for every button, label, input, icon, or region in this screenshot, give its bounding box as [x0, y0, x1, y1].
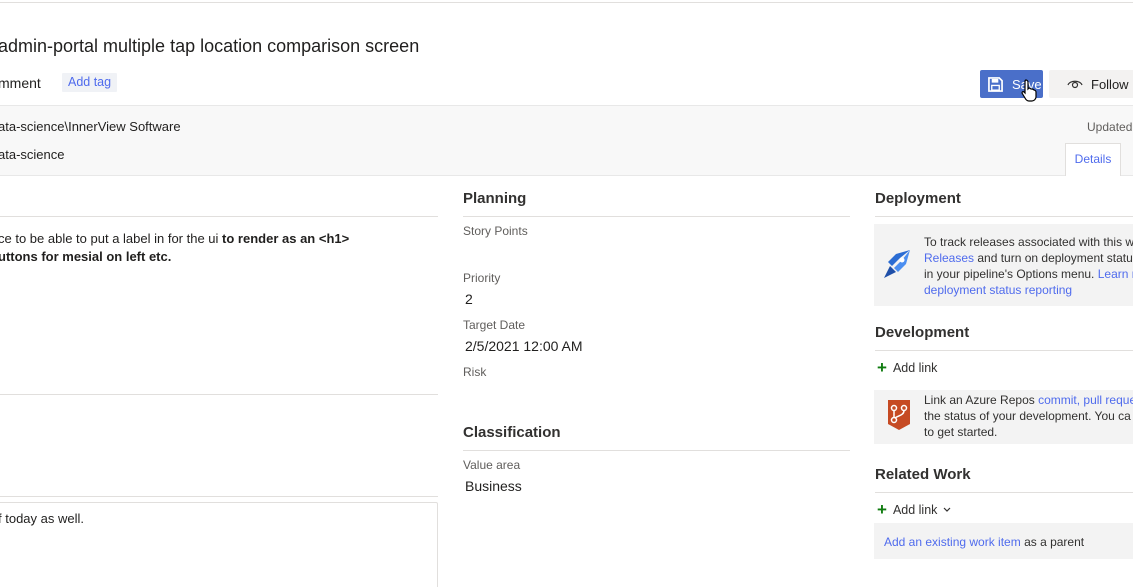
deployment-text: To track releases associated with this w…: [924, 234, 1133, 298]
save-icon: [988, 76, 1003, 92]
description-bold-text: to render as an <h1>: [222, 231, 350, 246]
top-divider: [0, 2, 1133, 3]
updated-text: Updated: [1087, 120, 1133, 134]
development-line-2: the status of your development. You ca: [924, 409, 1131, 423]
deployment-line-3-text: in your pipeline's Options menu.: [924, 267, 1098, 281]
discussion-divider: [0, 496, 438, 497]
value-area-field[interactable]: Business: [465, 478, 522, 494]
description-line-1[interactable]: ce to be able to put a label in for the …: [0, 231, 349, 246]
target-date-field[interactable]: 2/5/2021 12:00 AM: [465, 338, 583, 354]
commit-pull-request-link[interactable]: commit, pull reque: [1038, 393, 1133, 407]
add-existing-work-item-link[interactable]: Add an existing work item: [884, 535, 1021, 549]
repo-icon: [888, 400, 910, 430]
work-item-title[interactable]: admin-portal multiple tap location compa…: [0, 36, 419, 57]
development-line-3: to get started.: [924, 425, 998, 439]
deployment-divider: [875, 216, 1133, 217]
development-line-1: Link an Azure Repos commit, pull reque: [924, 392, 1133, 408]
classification-heading: Classification: [463, 424, 561, 441]
tab-details[interactable]: Details: [1065, 143, 1121, 176]
deployment-line-2-text: and turn on deployment status: [974, 251, 1133, 265]
development-heading: Development: [875, 324, 970, 341]
development-add-link[interactable]: + Add link: [877, 358, 938, 377]
description-divider: [0, 216, 438, 217]
cursor-icon: [1021, 79, 1037, 102]
eye-icon: [1067, 80, 1083, 89]
deployment-line-1: To track releases associated with this w…: [924, 235, 1133, 249]
development-divider: [875, 350, 1133, 351]
rocket-icon: [884, 250, 910, 278]
add-link-label: Add link: [892, 361, 938, 375]
discussion-text: f today as well.: [0, 511, 84, 526]
follow-button[interactable]: Follow: [1049, 70, 1133, 98]
story-points-field[interactable]: [463, 241, 843, 263]
related-work-divider: [875, 492, 1133, 493]
comment-count[interactable]: mment: [0, 75, 41, 91]
chevron-down-icon: [943, 507, 951, 512]
development-text: Link an Azure Repos commit, pull reque t…: [924, 392, 1133, 440]
plus-icon: +: [877, 500, 887, 519]
target-date-label: Target Date: [463, 318, 526, 332]
related-work-add-link[interactable]: + Add link: [877, 500, 951, 519]
planning-divider: [463, 216, 850, 217]
story-points-label: Story Points: [463, 224, 528, 238]
description-text: ce to be able to put a label in for the …: [0, 231, 223, 246]
related-work-heading: Related Work: [875, 466, 971, 483]
related-work-text: Add an existing work item as a parent: [884, 535, 1084, 549]
learn-more-link[interactable]: Learn m: [1098, 267, 1133, 281]
releases-link[interactable]: Releases: [924, 251, 974, 265]
add-tag-button[interactable]: Add tag: [62, 73, 118, 92]
risk-label: Risk: [463, 365, 487, 379]
plus-icon: +: [877, 358, 887, 377]
metadata-band: [0, 105, 1133, 176]
deployment-status-link[interactable]: deployment status reporting: [924, 282, 1133, 298]
deployment-line-2: Releases and turn on deployment status: [924, 250, 1133, 266]
description-line-2[interactable]: uttons for mesial on left etc.: [0, 249, 171, 264]
risk-field[interactable]: [463, 383, 843, 405]
priority-field[interactable]: 2: [465, 291, 473, 307]
value-area-label: Value area: [463, 458, 521, 472]
area-path[interactable]: ata-science\InnerView Software: [0, 119, 181, 134]
add-link-label: Add link: [892, 503, 938, 517]
deployment-heading: Deployment: [875, 190, 961, 207]
section-divider: [0, 394, 438, 395]
related-work-suffix: as a parent: [1020, 535, 1085, 549]
planning-heading: Planning: [463, 190, 527, 207]
iteration-path[interactable]: ata-science: [0, 147, 64, 162]
classification-divider: [463, 450, 850, 451]
priority-label: Priority: [463, 271, 501, 285]
deployment-line-3: in your pipeline's Options menu. Learn m: [924, 266, 1133, 282]
follow-label: Follow: [1091, 76, 1129, 92]
development-line-1-text: Link an Azure Repos: [924, 393, 1039, 407]
